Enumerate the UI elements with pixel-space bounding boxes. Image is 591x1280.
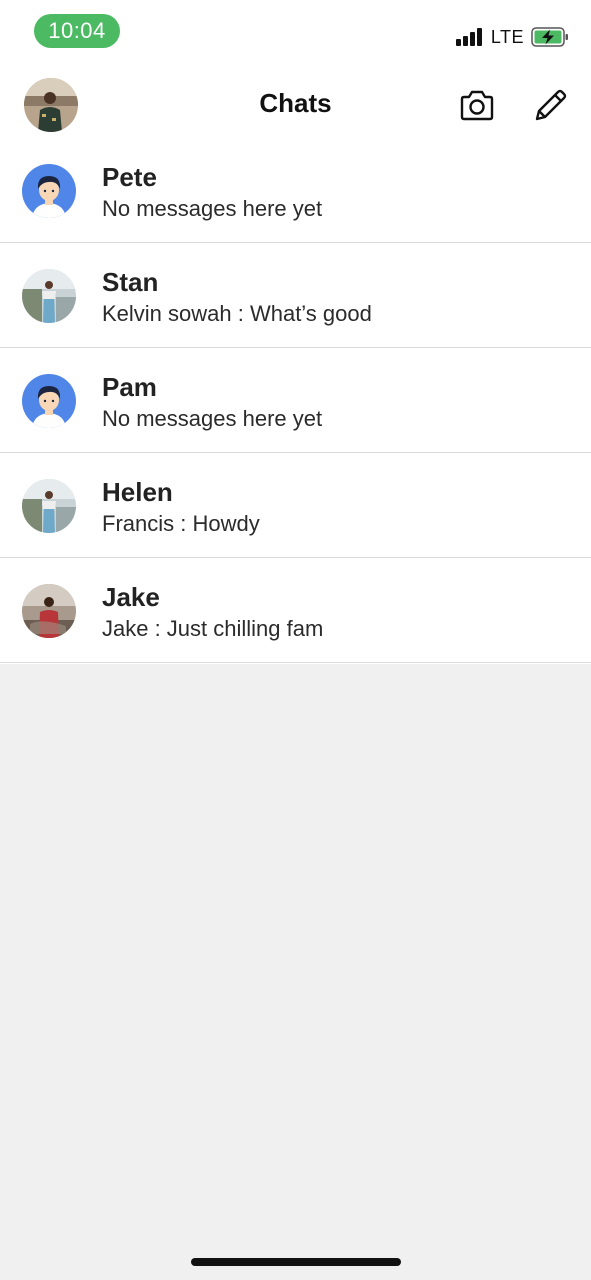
chat-row-pam[interactable]: Pam No messages here yet <box>0 348 591 453</box>
chat-preview: No messages here yet <box>102 196 323 221</box>
chat-row-stan[interactable]: Stan Kelvin sowah : What’s good <box>0 243 591 348</box>
person-icon <box>22 164 76 218</box>
person-icon <box>22 374 76 428</box>
camera-button[interactable] <box>457 88 497 124</box>
contact-photo <box>22 479 76 533</box>
pencil-icon <box>535 89 567 121</box>
chats-screen: 10:04 LTE Chats Pete No messages here ye… <box>0 0 591 1280</box>
chat-row-pete[interactable]: Pete No messages here yet <box>0 138 591 243</box>
compose-button[interactable] <box>530 86 570 126</box>
chat-name: Stan <box>102 267 159 297</box>
page-title: Chats <box>259 88 332 118</box>
chat-name: Pete <box>102 162 157 192</box>
default-avatar <box>22 164 76 218</box>
contact-photo <box>22 269 76 323</box>
header: Chats <box>0 68 591 142</box>
chat-name: Jake <box>102 582 160 612</box>
chat-name: Pam <box>102 372 157 402</box>
photo-avatar <box>22 584 76 638</box>
camera-icon <box>460 90 494 121</box>
chat-list: Pete No messages here yet Stan Kelvin so… <box>0 138 591 663</box>
chat-row-helen[interactable]: Helen Francis : Howdy <box>0 453 591 558</box>
chat-preview: Kelvin sowah : What’s good <box>102 301 372 326</box>
home-indicator[interactable] <box>191 1258 401 1266</box>
chat-preview: Jake : Just chilling fam <box>102 616 324 641</box>
top-area: 10:04 LTE Chats Pete No messages here ye… <box>0 0 591 664</box>
battery-charging-icon <box>531 27 568 47</box>
chat-name: Helen <box>102 477 173 507</box>
chat-preview: No messages here yet <box>102 406 323 431</box>
network-type: LTE <box>490 26 524 47</box>
chat-row-jake[interactable]: Jake Jake : Just chilling fam <box>0 558 591 663</box>
chat-preview: Francis : Howdy <box>102 511 260 536</box>
contact-photo <box>22 584 76 638</box>
photo-avatar <box>22 479 76 533</box>
status-time[interactable]: 10:04 <box>34 14 120 48</box>
default-avatar <box>22 374 76 428</box>
status-bar: 10:04 LTE <box>0 0 591 62</box>
status-indicators: LTE <box>455 24 569 50</box>
photo-avatar <box>22 269 76 323</box>
cellular-signal-icon <box>455 28 484 46</box>
